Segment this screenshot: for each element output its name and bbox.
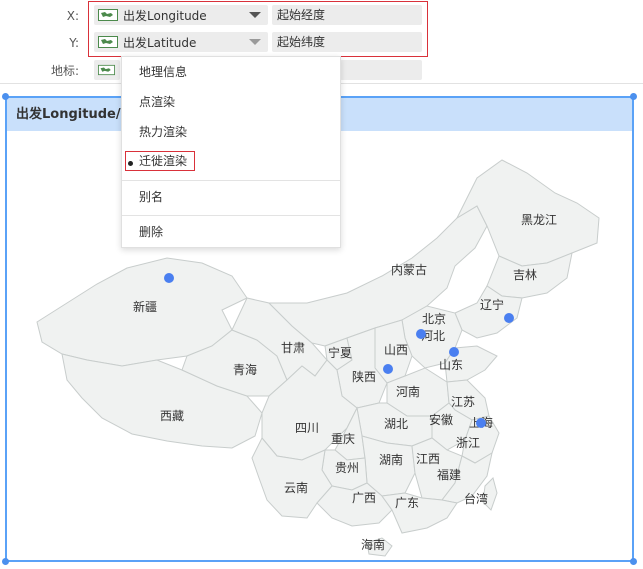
menu-item-migration-render[interactable]: 迁徙渲染 [122,147,340,175]
field-dropdown-menu: 地理信息 点渲染 热力渲染 迁徙渲染 别名 删除 [121,56,341,248]
resize-handle[interactable] [630,558,637,565]
region-label: 湖南 [379,452,403,467]
region-label: 西藏 [160,409,184,423]
region-label: 宁夏 [328,345,352,360]
map-point [383,364,393,374]
x-field-name: 出发Longitude [123,8,207,23]
region-label: 云南 [284,480,308,495]
region-label: 内蒙古 [391,262,427,277]
menu-item-alias[interactable]: 别名 [122,183,340,211]
x-field-row: X: 出发Longitude 起始经度 [0,5,643,27]
menu-item-heat-render[interactable]: 热力渲染 [122,118,340,146]
region-label: 河南 [396,384,420,399]
x-label: X: [66,9,79,23]
region-label: 新疆 [133,299,157,314]
region-label: 湖北 [384,416,408,431]
y-field-row: Y: 出发Latitude 起始纬度 [0,32,643,54]
y-alias-input[interactable]: 起始纬度 [272,32,422,52]
region-label: 海南 [361,537,385,552]
x-alias-input[interactable]: 起始经度 [272,5,422,25]
geo-alias-input[interactable] [340,60,422,80]
menu-item-point-render[interactable]: 点渲染 [122,88,340,116]
resize-handle[interactable] [2,93,9,100]
region-label: 山东 [439,358,463,372]
region-label: 青海 [233,362,257,377]
region-label: 广西 [352,491,376,505]
y-field-name: 出发Latitude [123,35,197,50]
region-label: 吉林 [513,268,537,282]
y-label: Y: [69,36,79,50]
chevron-down-icon[interactable] [249,39,261,45]
region-label: 辽宁 [480,297,504,312]
region-label: 北京 [422,312,446,326]
region-label: 安徽 [429,412,453,427]
region-label: 陕西 [352,369,376,384]
menu-item-geo-info[interactable]: 地理信息 [122,58,340,86]
region-label: 广东 [395,496,419,510]
resize-handle[interactable] [630,93,637,100]
chevron-down-icon[interactable] [249,12,261,18]
menu-item-delete[interactable]: 删除 [122,218,340,246]
region-label: 贵州 [335,461,359,475]
y-field-selector[interactable]: 出发Latitude [94,32,268,52]
menu-divider [122,180,340,181]
geo-label: 地标: [50,64,79,78]
region-label: 四川 [295,421,319,435]
menu-divider [122,215,340,216]
resize-handle[interactable] [2,558,9,565]
region-label: 江西 [416,452,440,466]
x-field-selector[interactable]: 出发Longitude [94,5,268,25]
map-point [164,273,174,283]
region-label: 台湾 [464,491,488,506]
region-label: 浙江 [456,436,480,450]
region-label: 山西 [384,343,408,357]
region-label: 甘肃 [281,341,305,355]
map-point [449,347,459,357]
geo-field-selector[interactable] [94,60,120,80]
region-label: 重庆 [331,432,355,446]
region-label: 福建 [437,467,461,482]
map-icon [98,36,118,48]
map-point [416,329,426,339]
map-point [504,313,514,323]
region-label: 江苏 [451,395,475,409]
map-icon [98,9,118,21]
map-icon [98,64,115,76]
map-point [476,418,486,428]
region-label: 黑龙江 [521,213,557,227]
